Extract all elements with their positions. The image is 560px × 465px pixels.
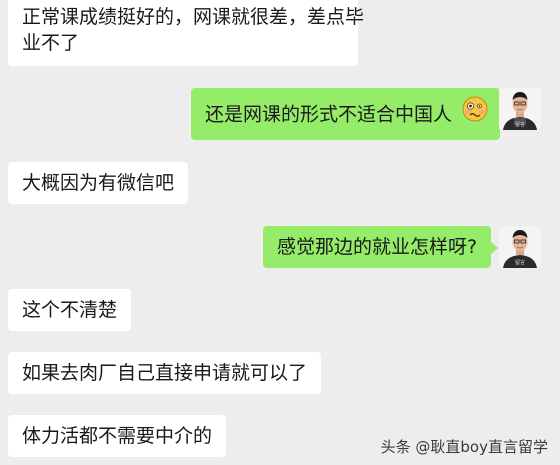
avatar-shirt-text: 留言 [515,121,525,128]
message-text: 业不了 [22,32,80,54]
message-text: 体力活都不需要中介的 [22,425,213,447]
message-text: 如果去肉厂自己直接申请就可以了 [22,362,308,384]
message-text: 正常课成绩挺好的，网课就很差，差点毕 [22,6,365,28]
message-text: 这个不清楚 [22,299,118,321]
message-bubble-outgoing: 还是网课的形式不适合中国人 [191,88,508,140]
message-text: 感觉那边的就业怎样呀? [277,236,478,258]
message-bubble-incoming: 体力活都不需要中介的 [8,415,227,457]
message-bubble-incoming: 大概因为有微信吧 [8,162,189,204]
avatar-shirt-text: 留言 [515,259,525,266]
woozy-face-emoji [462,96,488,130]
watermark-text: 头条 @耿直boy直言留学 [380,438,548,456]
message-bubble-incoming: 如果去肉厂自己直接申请就可以了 [8,352,322,394]
user-avatar-icon[interactable]: 留言 [499,226,541,268]
message-text: 大概因为有微信吧 [22,172,175,194]
message-bubble-incoming: 正常课成绩挺好的，网课就很差，差点毕 业不了 [8,0,365,66]
user-avatar-icon[interactable]: 留言 [499,88,541,130]
message-text: 还是网课的形式不适合中国人 [205,103,453,126]
message-bubble-outgoing: 感觉那边的就业怎样呀? [263,226,499,268]
message-bubble-incoming: 这个不清楚 [8,289,132,331]
